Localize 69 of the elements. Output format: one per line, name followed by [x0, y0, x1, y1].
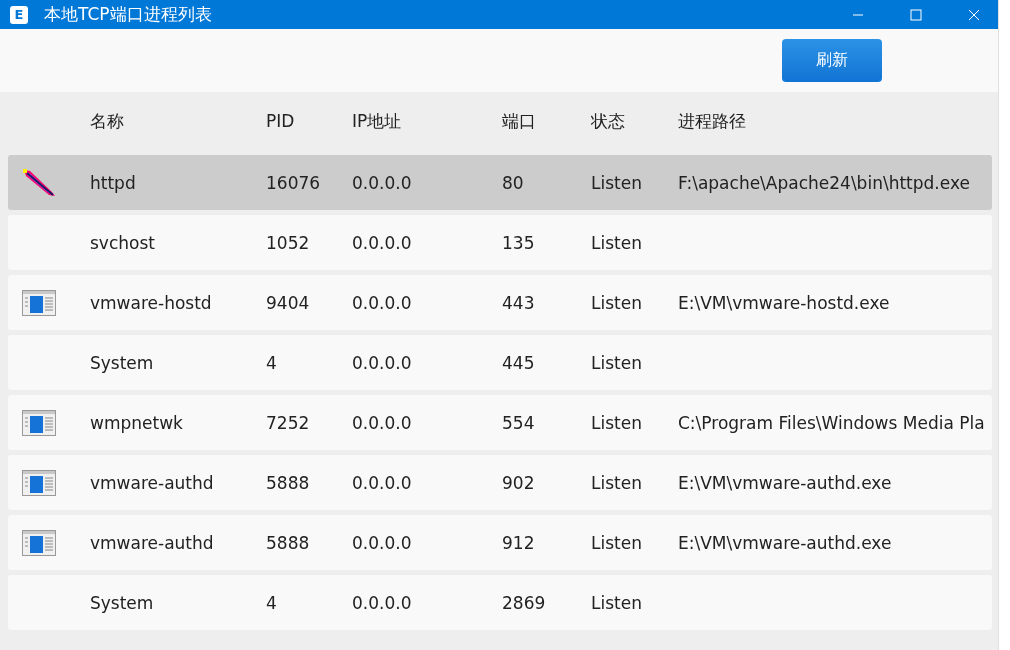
table-cell-text: C:\Program Files\Windows Media Pla	[678, 412, 986, 433]
table-cell-text: Listen	[591, 592, 643, 613]
column-header: IP地址	[352, 109, 403, 133]
table-row[interactable]: vmware-authd 5888 0.0.0.0 902 Listen E:\VM\vmware-authd.exe	[8, 455, 992, 510]
table-cell-text: Listen	[591, 292, 643, 313]
table-cell-text: F:\apache\Apache24\bin\httpd.exe	[678, 172, 971, 193]
refresh-button[interactable]: 刷新	[782, 39, 882, 82]
table-cell-text: 912	[502, 532, 536, 553]
feather-icon	[22, 167, 56, 198]
table-cell-text: 16076	[266, 172, 322, 193]
table-cell-text: Listen	[591, 172, 643, 193]
table-cell-text: 4	[266, 352, 278, 373]
table-cell-text: System	[90, 592, 155, 613]
table-cell-text: svchost	[90, 232, 156, 253]
table-cell-text: 0.0.0.0	[352, 532, 413, 553]
table-cell-text: 445	[502, 352, 536, 373]
column-header: 状态	[591, 109, 626, 133]
table-cell-text: 902	[502, 472, 536, 493]
table-cell-text: Listen	[591, 472, 643, 493]
table-cell-text: 0.0.0.0	[352, 292, 413, 313]
table-cell-text: vmware-hostd	[90, 292, 213, 313]
window-title: 本地TCP端口进程列表	[44, 3, 212, 26]
table-cell-text: 443	[502, 292, 536, 313]
table-row[interactable]: System 4 0.0.0.0 445 Listen	[8, 335, 992, 390]
table-cell-text: 0.0.0.0	[352, 352, 413, 373]
window-icon	[22, 529, 56, 556]
window-icon	[22, 409, 56, 436]
table-cell-text: 5888	[266, 472, 311, 493]
table-cell-text: 0.0.0.0	[352, 472, 413, 493]
table-row[interactable]: httpd 16076 0.0.0.0 80 Listen F:\apache\Apache24\bin\httpd.exe	[8, 155, 992, 210]
table-row[interactable]: wmpnetwk 7252 0.0.0.0 554 Listen C:\Program Files\Windows Media Pla	[8, 395, 992, 450]
table-cell-text: Listen	[591, 532, 643, 553]
table-cell-text: 0.0.0.0	[352, 232, 413, 253]
column-header: 名称	[90, 109, 125, 133]
table-cell-text: E:\VM\vmware-authd.exe	[678, 532, 893, 553]
table-cell-text: E:\VM\vmware-hostd.exe	[678, 292, 891, 313]
table-cell-text: E:\VM\vmware-authd.exe	[678, 472, 893, 493]
table-cell-text: 5888	[266, 532, 311, 553]
table-row[interactable]: vmware-hostd 9404 0.0.0.0 443 Listen E:\VM\vmware-hostd.exe	[8, 275, 992, 330]
table-cell-text: httpd	[90, 172, 137, 193]
table-cell-text: 135	[502, 232, 536, 253]
table-cell-text: Listen	[591, 352, 643, 373]
table-cell-text: 554	[502, 412, 536, 433]
table-cell-text: 2869	[502, 592, 547, 613]
column-header: 端口	[502, 109, 537, 133]
table-row[interactable]: svchost 1052 0.0.0.0 135 Listen	[8, 215, 992, 270]
column-header: PID	[266, 111, 296, 131]
table-cell-text: 0.0.0.0	[352, 172, 413, 193]
table-cell-text: System	[90, 352, 155, 373]
table-cell-text: vmware-authd	[90, 472, 215, 493]
table-cell-text: 1052	[266, 232, 311, 253]
table-cell-text: 80	[502, 172, 525, 193]
table-cell-text: vmware-authd	[90, 532, 215, 553]
window-icon	[22, 469, 56, 496]
table-row[interactable]: System 4 0.0.0.0 2869 Listen	[8, 575, 992, 630]
app-icon: E	[10, 5, 28, 24]
window-icon	[22, 289, 56, 316]
table-row[interactable]: vmware-authd 5888 0.0.0.0 912 Listen E:\VM\vmware-authd.exe	[8, 515, 992, 570]
table-cell-text: 9404	[266, 292, 311, 313]
table-cell-text: Listen	[591, 412, 643, 433]
close-icon[interactable]	[968, 8, 980, 21]
table-cell-text: Listen	[591, 232, 643, 253]
table-cell-text: 7252	[266, 412, 311, 433]
table-cell-text: 0.0.0.0	[352, 592, 413, 613]
table-cell-text: wmpnetwk	[90, 412, 184, 433]
table-cell-text: 4	[266, 592, 278, 613]
column-header: 进程路径	[678, 109, 747, 133]
maximize-icon[interactable]	[910, 8, 922, 21]
table-cell-text: 0.0.0.0	[352, 412, 413, 433]
